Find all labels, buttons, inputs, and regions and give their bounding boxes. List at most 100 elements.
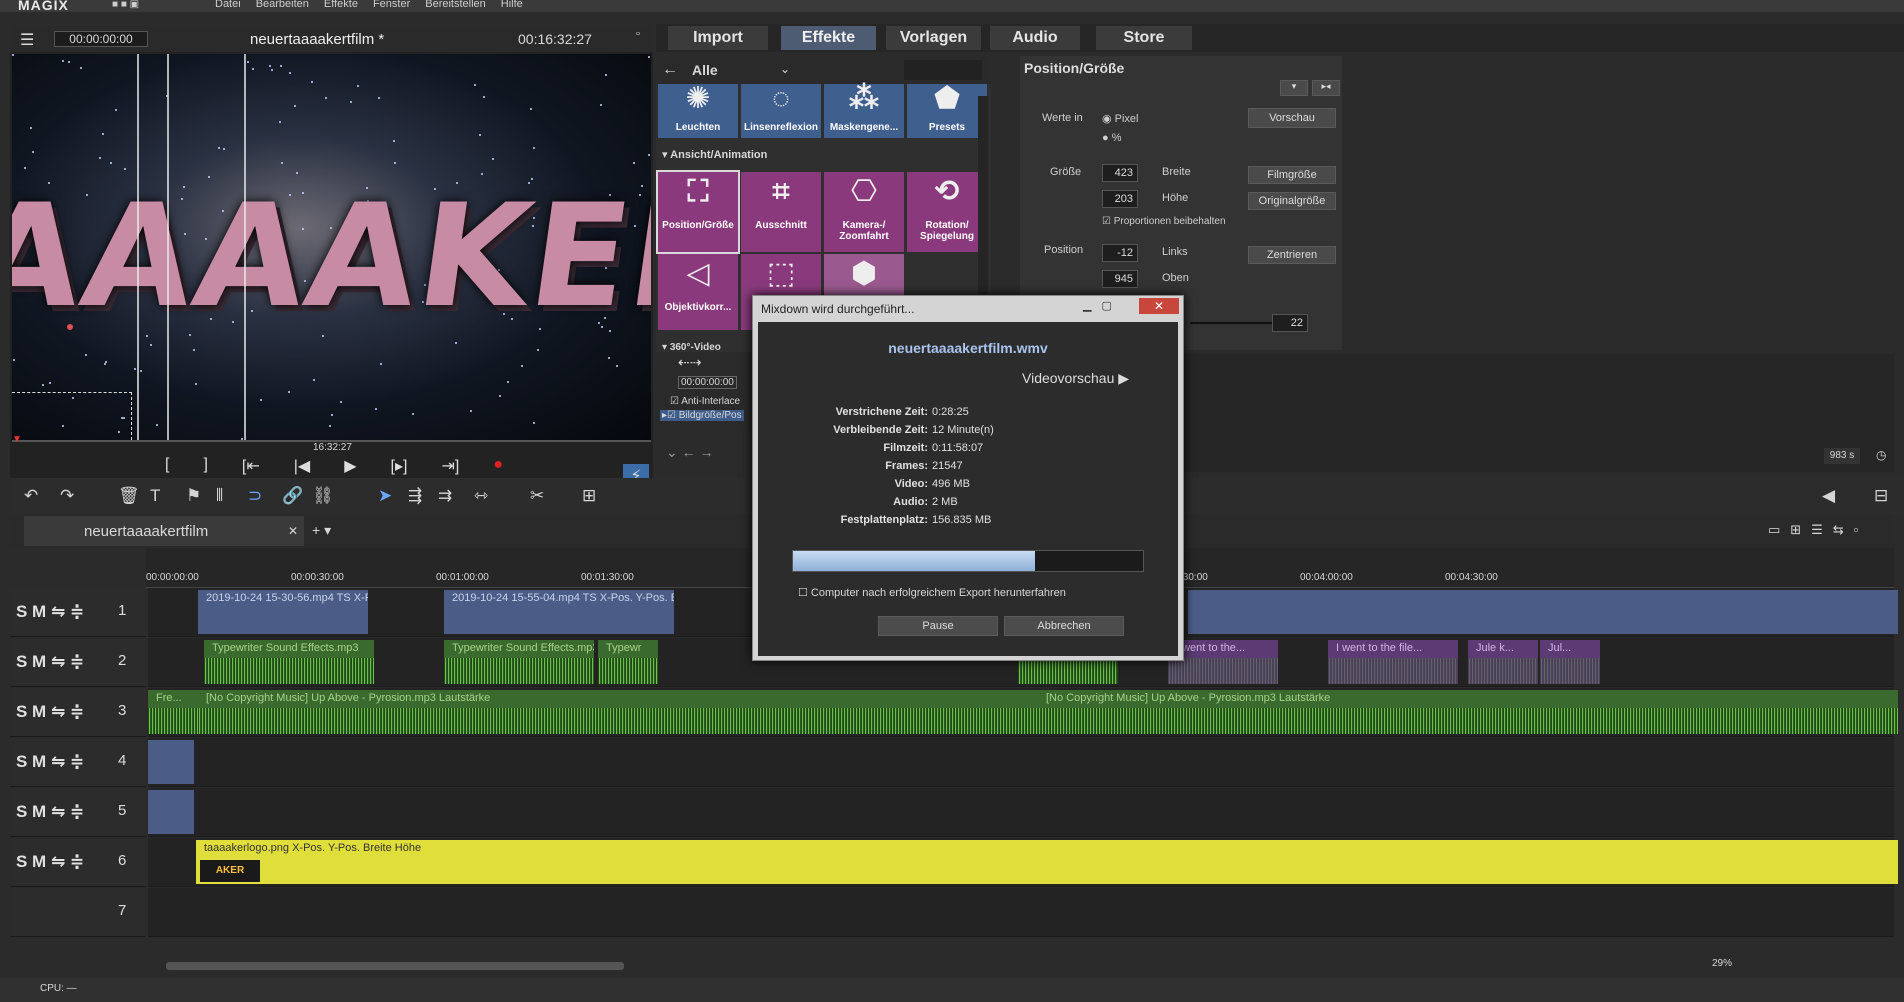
filmgroesse-button[interactable]: Filmgröße <box>1248 166 1336 184</box>
zentrieren-button[interactable]: Zentrieren <box>1248 246 1336 264</box>
timeline-clip[interactable]: Jule k... <box>1468 640 1538 684</box>
timeline-clip[interactable]: Typewr <box>598 640 658 684</box>
tile-leuchten[interactable]: ✺ Leuchten <box>658 84 738 138</box>
track-header[interactable]: S M ⇋ ≑ 2 <box>10 638 146 687</box>
expand-icon[interactable]: ▸◂ <box>1312 80 1340 96</box>
project-tab[interactable]: neuertaaaakertfilm ✕ <box>24 516 304 546</box>
track-lane[interactable] <box>148 738 1894 787</box>
stretch-icon[interactable]: ⇿ <box>474 486 488 506</box>
delete-icon[interactable]: 🗑 <box>118 486 140 506</box>
slider-value[interactable]: 22 <box>1272 314 1308 332</box>
hoehe-input[interactable]: 203 <box>1102 190 1138 208</box>
videovorschau-toggle[interactable]: Videovorschau ▶ <box>1022 370 1129 387</box>
track-lane[interactable]: taaaakerlogo.png X-Pos. Y-Pos. Breite Hö… <box>148 838 1898 887</box>
tile-position-groesse[interactable]: ⛶ Position/Größe <box>656 170 740 254</box>
keyframe-area[interactable]: 983 s ◷ <box>1184 354 1894 472</box>
menu-bearbeiten[interactable]: Bearbeiten <box>256 0 309 10</box>
proportionen-checkbox[interactable]: ☑ Proportionen beibehalten <box>1102 216 1226 227</box>
close-dialog-icon[interactable]: ✕ <box>1139 298 1179 314</box>
timeline-clip[interactable]: I went to the file... <box>1328 640 1458 684</box>
undo-icon[interactable]: ↶ <box>24 486 38 506</box>
window-controls[interactable]: ▁▢ <box>1083 299 1122 312</box>
scroll-thumb[interactable] <box>166 962 624 970</box>
track-lane[interactable]: Fre... [No Copyright Music] Up Above - Py… <box>148 688 1898 737</box>
tile-presets[interactable]: ⬟ Presets <box>907 84 987 138</box>
track-controls[interactable]: S M ⇋ ≑ <box>16 752 84 772</box>
marker-icon[interactable]: ⚑ <box>186 486 201 506</box>
maximize-icon[interactable]: ▫ <box>636 28 640 40</box>
tile-objektivkorrektur[interactable]: ◁ Objektivkorr... <box>658 254 738 330</box>
range-select-icon[interactable]: ⇉ <box>438 486 452 506</box>
tile-maskengenerator[interactable]: ⁂ Maskengene... <box>824 84 904 138</box>
insert-icon[interactable]: ⊞ <box>582 486 596 506</box>
anchor-handle[interactable] <box>67 324 73 330</box>
timeline-clip[interactable]: [No Copyright Music] Up Above - Pyrosion… <box>1038 690 1898 734</box>
pixel-radio[interactable]: ◉ Pixel <box>1102 112 1139 125</box>
horizontal-scrollbar[interactable]: 29% <box>10 958 1894 974</box>
section-header[interactable]: ▾ Ansicht/Animation <box>662 148 767 161</box>
chevron-down-icon[interactable]: ⌄ <box>780 62 790 76</box>
save-icon[interactable]: ■ ■ ▣ <box>112 0 139 10</box>
timeline-clip[interactable]: Typewriter Sound Effects.mp3 <box>444 640 594 684</box>
originalgroesse-button[interactable]: Originalgröße <box>1248 192 1336 210</box>
track-controls[interactable]: S M ⇋ ≑ <box>16 702 84 722</box>
tile-rotation[interactable]: ⟲ Rotation/ Spiegelung <box>907 172 987 252</box>
track-lane[interactable] <box>148 788 1894 837</box>
tab-effekte[interactable]: Effekte <box>781 26 876 50</box>
pause-button[interactable]: Pause <box>878 616 998 636</box>
search-input[interactable] <box>904 60 982 80</box>
track-header[interactable]: S M ⇋ ≑ 3 <box>10 688 146 737</box>
track-header[interactable]: S M ⇋ ≑ 5 <box>10 788 146 837</box>
breite-input[interactable]: 423 <box>1102 164 1138 182</box>
timeline-clip[interactable]: Fre... <box>148 690 198 734</box>
track-controls[interactable]: S M ⇋ ≑ <box>16 802 84 822</box>
split-icon[interactable]: ⫴ <box>216 486 223 506</box>
video-frame[interactable]: AAAAKER <box>12 54 651 440</box>
magnet-icon[interactable]: ⊃ <box>248 486 262 506</box>
mark-out-icon[interactable]: ] <box>203 456 207 478</box>
add-tab-icon[interactable]: + ▾ <box>312 522 331 539</box>
unlink-icon[interactable]: ⛓ <box>312 486 334 506</box>
hamburger-icon[interactable]: ☰ <box>20 30 34 50</box>
filter-select[interactable]: Alle <box>692 62 718 78</box>
track-lane[interactable] <box>148 888 1894 937</box>
dropdown-icon[interactable]: ▾ <box>1280 80 1308 96</box>
menu-effekte[interactable]: Effekte <box>324 0 358 10</box>
go-end-icon[interactable]: ⇥] <box>441 456 459 478</box>
oben-input[interactable]: 945 <box>1102 270 1138 288</box>
track-controls[interactable]: S M ⇋ ≑ <box>16 652 84 672</box>
timeline-clip[interactable]: Typewriter Sound Effects.mp3 <box>204 640 374 684</box>
record-icon[interactable]: ● <box>493 456 503 478</box>
volume-icon[interactable]: ◀ <box>1822 486 1835 506</box>
bildgroesse-checkbox[interactable]: ▸☑ Bildgröße/Pos <box>660 410 744 421</box>
track-controls[interactable]: S M ⇋ ≑ <box>16 602 84 622</box>
track-header[interactable]: 7 <box>10 888 146 937</box>
timeline-clip[interactable]: I went to the... <box>1168 640 1278 684</box>
track-header[interactable]: S M ⇋ ≑ 4 <box>10 738 146 787</box>
tab-store[interactable]: Store <box>1096 26 1192 50</box>
view-mode-icons[interactable]: ▭⊞☰⇆▫ <box>1768 522 1868 538</box>
timeline-clip[interactable] <box>148 740 194 784</box>
timeline-clip[interactable] <box>1188 590 1898 634</box>
tile-linsenreflexion[interactable]: ◌ Linsenreflexion <box>741 84 821 138</box>
tab-import[interactable]: Import <box>668 26 768 50</box>
timeline-clip[interactable] <box>148 790 194 834</box>
shutdown-checkbox[interactable]: ☐ Computer nach erfolgreichem Export her… <box>798 586 1066 599</box>
menu-hilfe[interactable]: Hilfe <box>501 0 523 10</box>
back-icon[interactable]: ← <box>662 61 678 79</box>
close-icon[interactable]: ✕ <box>288 524 298 538</box>
tile-ausschnitt[interactable]: ⌗ Ausschnitt <box>741 172 821 252</box>
redo-icon[interactable]: ↷ <box>60 486 74 506</box>
clock-icon[interactable]: ◷ <box>1876 448 1886 462</box>
multi-select-icon[interactable]: ⇶ <box>408 486 422 506</box>
links-input[interactable]: -12 <box>1102 244 1138 262</box>
track-header[interactable]: S M ⇋ ≑ 6 <box>10 838 146 887</box>
timeline-clip[interactable]: [No Copyright Music] Up Above - Pyrosion… <box>198 690 1038 734</box>
percent-radio[interactable]: ● % <box>1102 132 1121 144</box>
next-frame-icon[interactable]: [▸] <box>391 456 408 478</box>
text-icon[interactable]: T <box>150 486 160 506</box>
mixer-icon[interactable]: ⊟ <box>1874 486 1888 506</box>
abbrechen-button[interactable]: Abbrechen <box>1004 616 1124 636</box>
selection-frame[interactable] <box>12 392 132 440</box>
timeline-clip[interactable]: 2019-10-24 15-55-04.mp4 TS X-Pos. Y-Pos.… <box>444 590 674 634</box>
